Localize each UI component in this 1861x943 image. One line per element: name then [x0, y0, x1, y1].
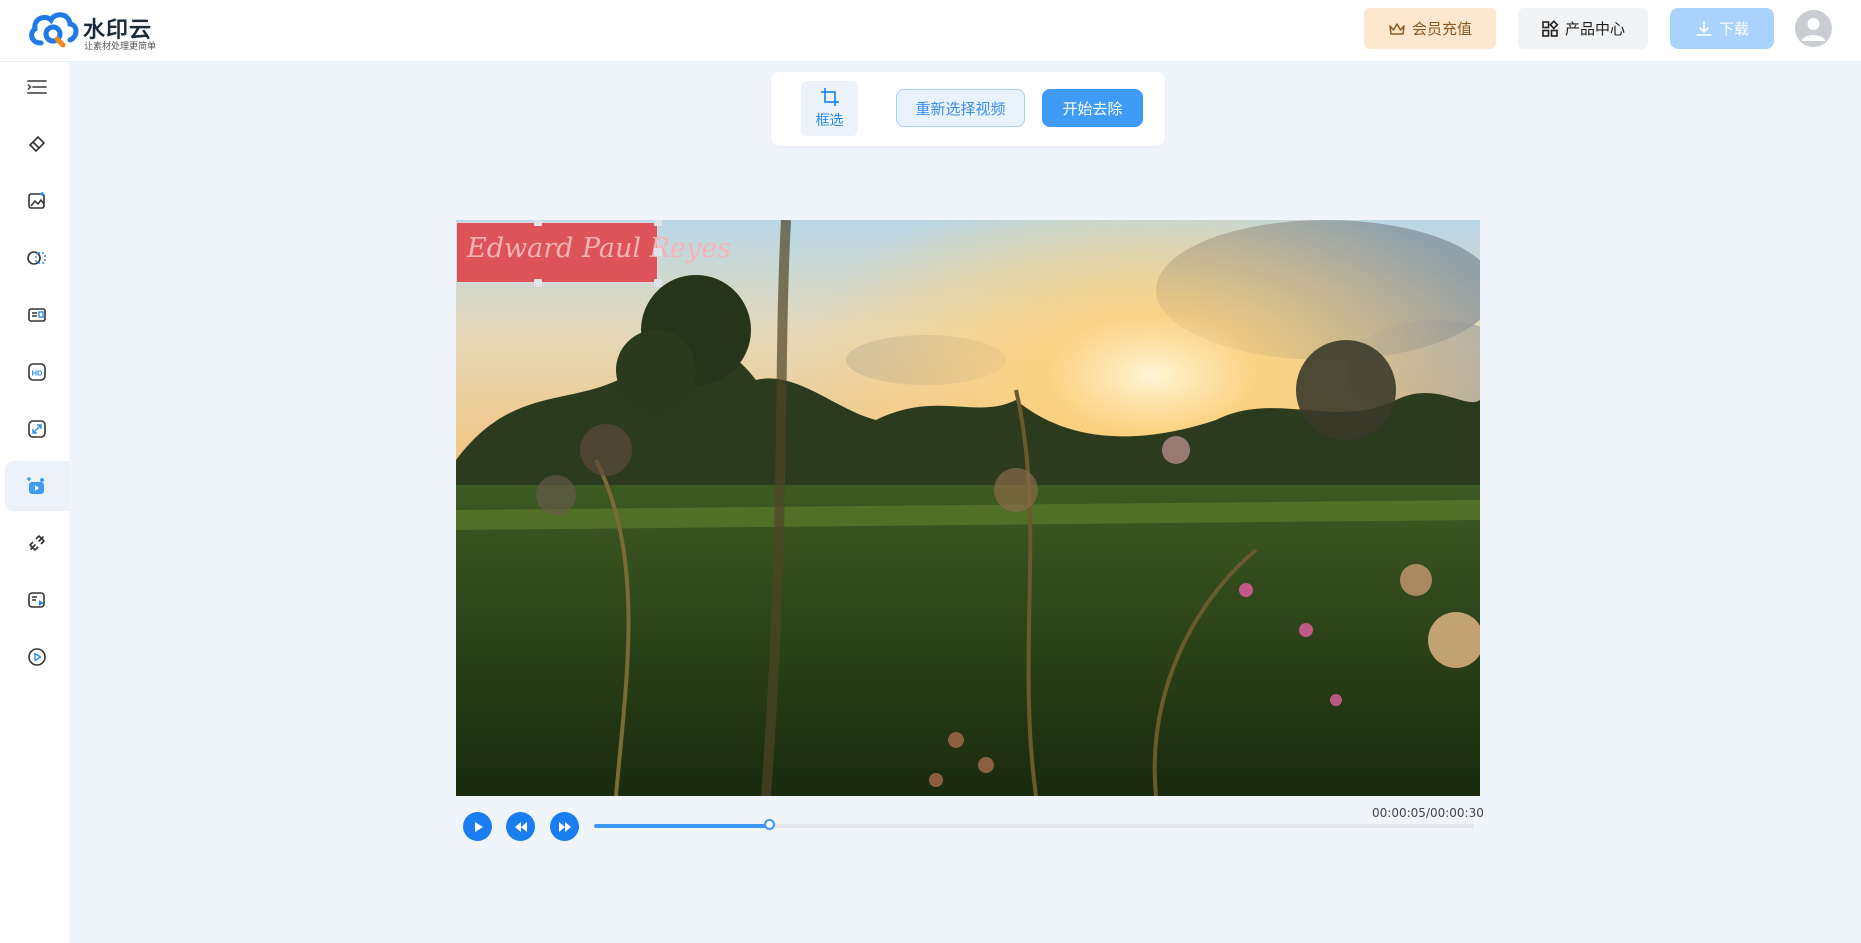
fast-forward-button[interactable] — [550, 812, 579, 841]
download-icon — [1696, 20, 1712, 36]
crown-icon — [1389, 22, 1405, 35]
eraser-icon — [28, 135, 46, 153]
user-avatar[interactable] — [1795, 10, 1832, 47]
logo-subtitle: 让素材处理更简单 — [84, 42, 157, 52]
selection-handle-top-right[interactable] — [654, 220, 662, 226]
play-circle-icon — [28, 648, 46, 666]
cutout-icon — [27, 251, 46, 265]
sidebar-item-link[interactable] — [5, 518, 69, 568]
timeline-scrubber[interactable] — [764, 819, 775, 830]
sidebar-item-image-resize[interactable] — [5, 404, 69, 454]
vip-recharge-label: 会员充值 — [1411, 20, 1472, 38]
selection-handle-right[interactable] — [654, 248, 662, 256]
product-center-label: 产品中心 — [1564, 20, 1625, 38]
sidebar-item-menu-toggle[interactable] — [5, 62, 69, 112]
hd-icon: HD — [28, 363, 46, 381]
play-icon — [474, 821, 483, 832]
left-sidebar: HD — [0, 62, 69, 943]
svg-text:HD: HD — [32, 369, 43, 378]
edit-toolbar: 框选 重新选择视频 开始去除 — [771, 72, 1165, 146]
sidebar-item-video-edit[interactable] — [5, 575, 69, 625]
selection-handle-top[interactable] — [534, 220, 542, 226]
sidebar-item-video-watermark[interactable] — [5, 461, 69, 511]
crop-icon — [820, 88, 839, 106]
rewind-icon — [514, 821, 527, 832]
image-edit-icon — [28, 192, 45, 209]
fast-forward-icon — [558, 821, 571, 832]
start-remove-button[interactable]: 开始去除 — [1042, 89, 1143, 127]
box-select-label: 框选 — [815, 113, 844, 129]
selection-handle-bottom[interactable] — [534, 279, 542, 287]
video-preview[interactable]: Edward Paul Reyes — [456, 220, 1480, 796]
sidebar-item-eraser[interactable] — [5, 119, 69, 169]
sidebar-item-cutout[interactable] — [5, 233, 69, 283]
sidebar-item-id-photo[interactable] — [5, 290, 69, 340]
sidebar-item-image-edit[interactable] — [5, 176, 69, 226]
sidebar-item-play[interactable] — [5, 632, 69, 682]
video-edit-icon — [28, 592, 45, 608]
image-resize-icon — [28, 420, 46, 438]
link-icon — [29, 535, 45, 551]
top-header: 水印云 让素材处理更简单 会员充值 产品中心 下载 — [0, 0, 1861, 62]
time-display: 00:00:05/00:00:30 — [1372, 806, 1484, 820]
video-frame-image — [456, 220, 1480, 796]
video-watermark-icon — [27, 477, 44, 494]
reselect-video-button[interactable]: 重新选择视频 — [896, 89, 1025, 127]
app-logo[interactable]: 水印云 让素材处理更简单 — [27, 9, 157, 52]
rewind-button[interactable] — [506, 812, 535, 841]
menu-collapse-icon — [27, 80, 47, 94]
sidebar-item-hd[interactable]: HD — [5, 347, 69, 397]
vip-recharge-button[interactable]: 会员充值 — [1364, 8, 1496, 49]
user-icon — [1802, 18, 1825, 41]
timeline-progress — [594, 824, 770, 828]
selection-handle-bottom-right[interactable] — [654, 279, 662, 287]
download-button[interactable]: 下载 — [1670, 8, 1774, 49]
id-photo-icon — [28, 308, 46, 322]
box-select-tool[interactable]: 框选 — [801, 81, 858, 136]
grid-icon — [1542, 19, 1559, 37]
download-label: 下载 — [1718, 20, 1749, 38]
play-button[interactable] — [463, 812, 492, 841]
cloud-logo-icon — [29, 12, 79, 48]
video-timeline[interactable] — [594, 819, 1474, 830]
product-center-button[interactable]: 产品中心 — [1518, 8, 1648, 49]
watermark-selection-box[interactable]: Edward Paul Reyes — [456, 222, 731, 283]
watermark-text: Edward Paul Reyes — [467, 233, 732, 264]
